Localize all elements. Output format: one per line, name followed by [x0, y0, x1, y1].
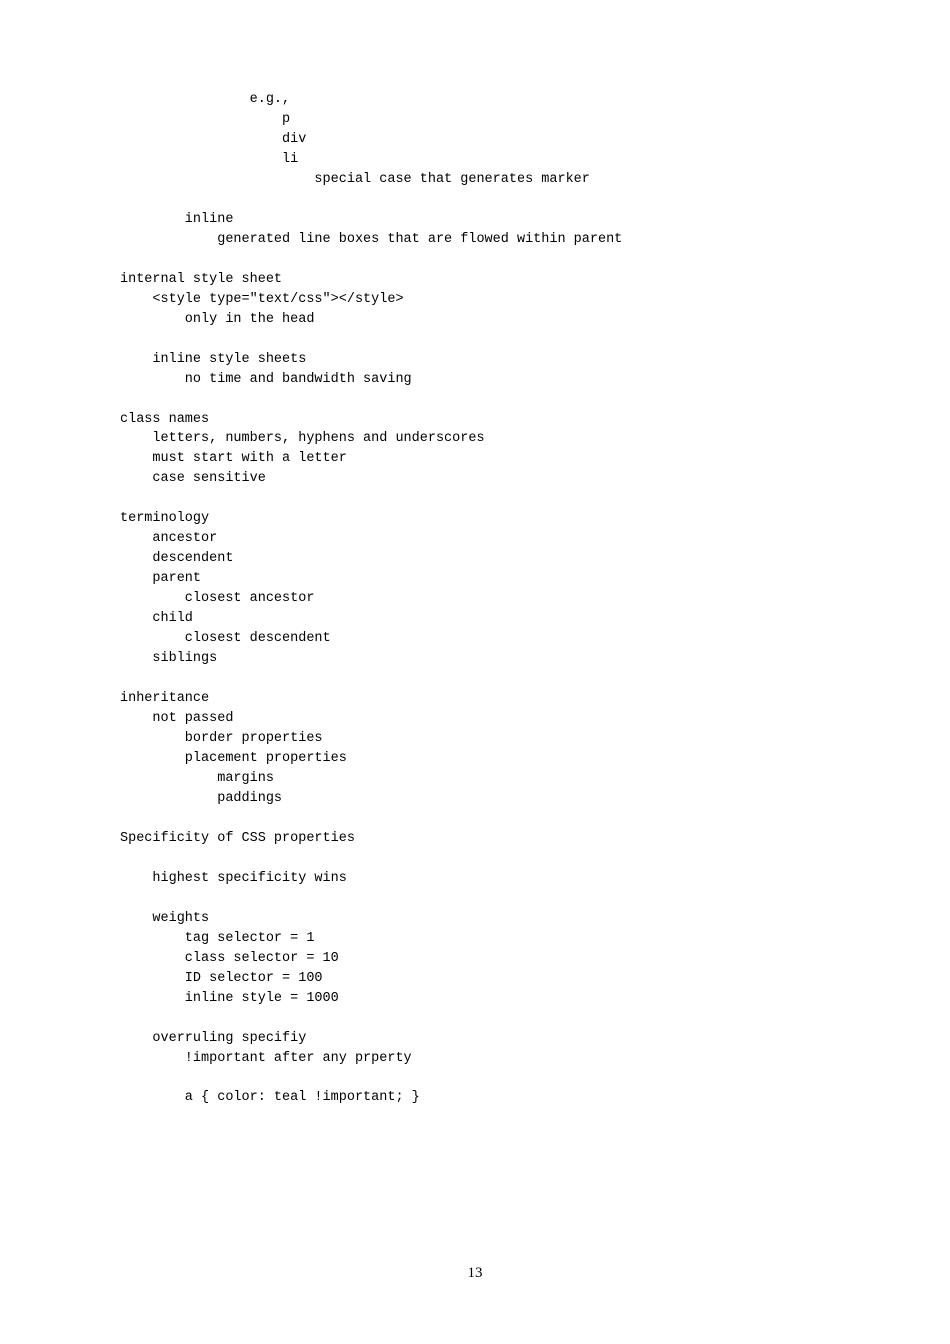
document-text: e.g., p div li special case that generat… [120, 92, 622, 1105]
page-number: 13 [0, 1262, 950, 1284]
page-content: e.g., p div li special case that generat… [0, 0, 950, 1108]
